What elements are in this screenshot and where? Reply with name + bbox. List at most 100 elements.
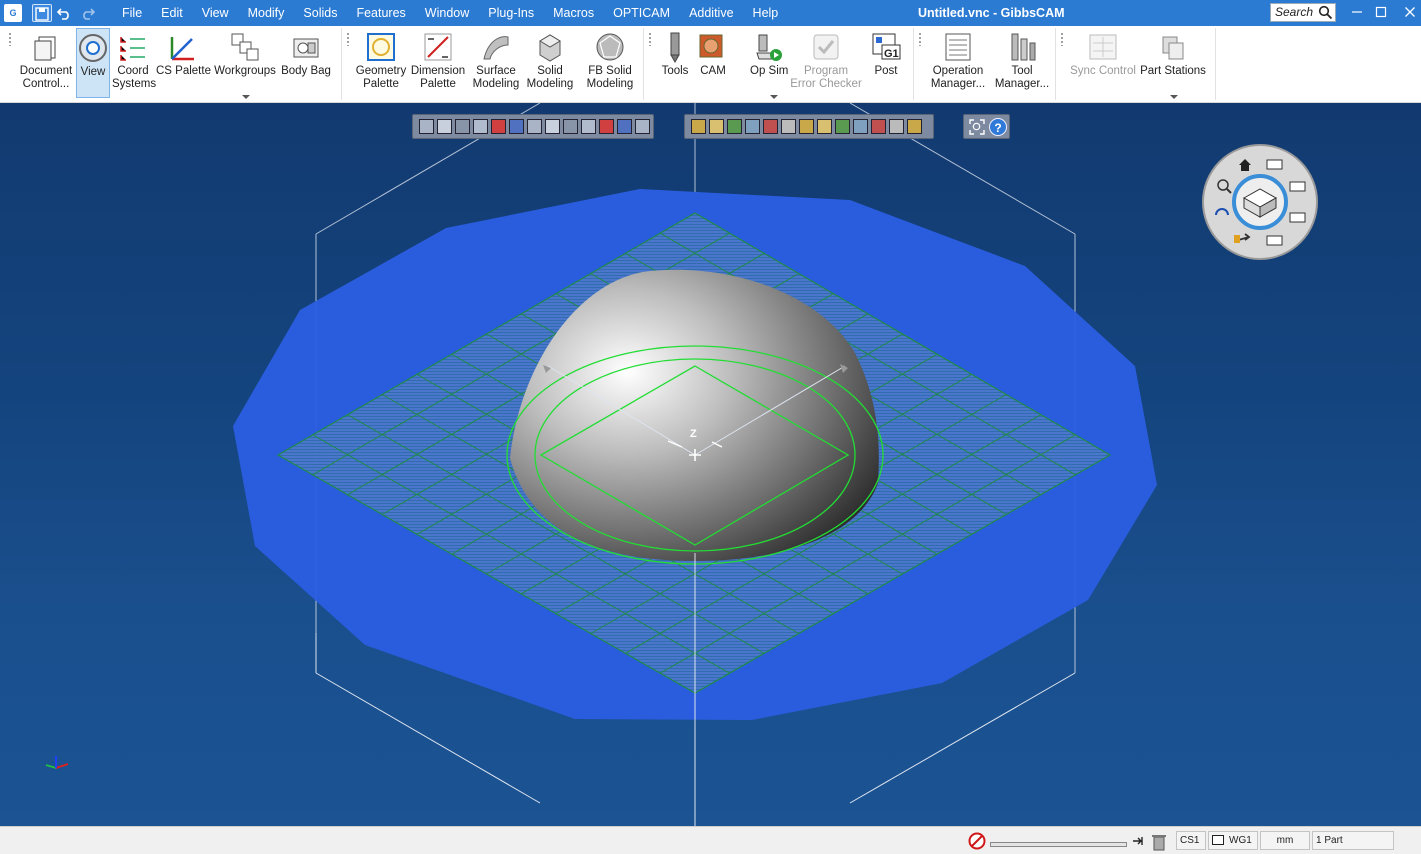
solid-modeling-button[interactable]: Solid Modeling <box>524 28 576 98</box>
trash-icon[interactable] <box>1151 833 1167 851</box>
view-toolbar-tool-icon[interactable] <box>635 119 650 134</box>
view-toolbar-tool-icon[interactable] <box>599 119 614 134</box>
view-toolbar-tool-icon[interactable] <box>835 119 850 134</box>
ribbon-button-label: Tool Manager... <box>994 65 1050 90</box>
view-button[interactable]: View <box>76 28 110 98</box>
help-icon[interactable]: ? <box>989 118 1007 136</box>
solid-modeling-icon <box>539 34 561 62</box>
view-toolbar-tool-icon[interactable] <box>871 119 886 134</box>
group-grip[interactable] <box>648 32 652 46</box>
coord-systems-button[interactable]: Coord Systems <box>112 28 156 98</box>
view-toolbar-tool-icon[interactable] <box>563 119 578 134</box>
undo-button[interactable] <box>54 4 74 22</box>
menu-file[interactable]: File <box>112 0 151 26</box>
menu-macros[interactable]: Macros <box>543 0 603 26</box>
ribbon-group-managers: Operation Manager... Tool Manager... <box>916 28 1056 100</box>
error-checker-button[interactable]: Program Error Checker <box>786 28 866 98</box>
sync-control-icon <box>1089 34 1117 60</box>
graphics-viewport[interactable]: Z ? <box>0 103 1421 826</box>
menu-edit[interactable]: Edit <box>151 0 192 26</box>
zoom-fit-icon[interactable] <box>968 118 986 136</box>
view-toolbar-tool-icon[interactable] <box>545 119 560 134</box>
pin-icon[interactable] <box>1132 835 1144 847</box>
view-toolbar-tool-icon[interactable] <box>581 119 596 134</box>
view-toolbar-tool-icon[interactable] <box>691 119 706 134</box>
view-navigation-cube[interactable] <box>1201 143 1319 261</box>
view-toolbar-tool-icon[interactable] <box>437 119 452 134</box>
view-toolbar-tool-icon[interactable] <box>473 119 488 134</box>
search-field[interactable]: Search <box>1270 3 1336 22</box>
view-toolbar-tool-icon[interactable] <box>781 119 796 134</box>
view-toolbar-tool-icon[interactable] <box>419 119 434 134</box>
view-toolbar-tool-icon[interactable] <box>709 119 724 134</box>
surface-modeling-button[interactable]: Surface Modeling <box>468 28 524 98</box>
view-toolbar-tool-icon[interactable] <box>799 119 814 134</box>
document-control-button[interactable]: Document Control... <box>18 28 74 98</box>
op-sim-icon <box>756 34 782 61</box>
group-grip[interactable] <box>346 32 350 46</box>
ribbon-button-label: Solid Modeling <box>526 65 574 90</box>
document-control-icon <box>34 36 56 61</box>
view-toolbar-tool-icon[interactable] <box>617 119 632 134</box>
right-view-icon[interactable] <box>1289 181 1306 192</box>
op-sim-button[interactable]: Op Sim <box>750 28 788 98</box>
dimension-palette-button[interactable]: Dimension Palette <box>408 28 468 98</box>
status-units[interactable]: mm <box>1260 831 1310 850</box>
view-toolbar-tool-icon[interactable] <box>455 119 470 134</box>
status-workgroup[interactable]: WG1 <box>1208 831 1258 850</box>
tool-manager-button[interactable]: Tool Manager... <box>994 28 1050 98</box>
status-part-count[interactable]: 1 Part <box>1312 831 1394 850</box>
status-coordinate-system[interactable]: CS1 <box>1176 831 1206 850</box>
quick-save-button[interactable] <box>32 4 52 22</box>
view-toolbar-display <box>684 114 934 139</box>
maximize-icon <box>1375 6 1387 18</box>
view-toolbar-tool-icon[interactable] <box>727 119 742 134</box>
menu-plug-ins[interactable]: Plug-Ins <box>478 0 543 26</box>
menu-additive[interactable]: Additive <box>679 0 742 26</box>
view-toolbar-tool-icon[interactable] <box>745 119 760 134</box>
menu-view[interactable]: View <box>192 0 238 26</box>
operation-manager-button[interactable]: Operation Manager... <box>926 28 990 98</box>
fb-solid-modeling-button[interactable]: FB Solid Modeling <box>580 28 640 98</box>
view-toolbar-tool-icon[interactable] <box>491 119 506 134</box>
ribbon-button-label: Body Bag <box>281 65 331 77</box>
bottom-view-icon[interactable] <box>1266 235 1283 246</box>
redo-button[interactable] <box>78 4 98 22</box>
post-button[interactable]: G1 Post <box>866 28 906 98</box>
front-view-icon[interactable] <box>1289 212 1306 223</box>
body-bag-icon <box>293 38 319 58</box>
menu-help[interactable]: Help <box>743 0 788 26</box>
view-toolbar-tool-icon[interactable] <box>509 119 524 134</box>
group-grip[interactable] <box>1060 32 1064 46</box>
menu-features[interactable]: Features <box>346 0 414 26</box>
geometry-palette-button[interactable]: Geometry Palette <box>354 28 408 98</box>
view-toolbar-tool-icon[interactable] <box>853 119 868 134</box>
ribbon-button-label: Op Sim <box>750 65 789 77</box>
cs-palette-button[interactable]: CS Palette <box>156 28 211 98</box>
workgroups-button[interactable]: Workgroups <box>212 28 278 98</box>
menu-window[interactable]: Window <box>415 0 478 26</box>
view-toolbar-tool-icon[interactable] <box>763 119 778 134</box>
menu-solids[interactable]: Solids <box>293 0 346 26</box>
view-toolbar-tool-icon[interactable] <box>527 119 542 134</box>
ribbon-button-label: Part Stations <box>1140 65 1206 77</box>
view-toolbar-tool-icon[interactable] <box>889 119 904 134</box>
menu-opticam[interactable]: OPTICAM <box>603 0 679 26</box>
cam-button[interactable]: CAM <box>696 28 730 98</box>
redo-icon <box>83 8 96 20</box>
close-button[interactable] <box>1393 0 1421 26</box>
search-icon[interactable] <box>1318 5 1333 20</box>
view-toolbar-tool-icon[interactable] <box>817 119 832 134</box>
sync-control-button[interactable]: Sync Control <box>1068 28 1138 98</box>
part-stations-button[interactable]: Part Stations <box>1138 28 1208 98</box>
stop-icon[interactable] <box>968 832 986 850</box>
menu-modify[interactable]: Modify <box>238 0 294 26</box>
workgroup-icon <box>1212 835 1224 845</box>
app-logo-icon[interactable]: G <box>4 4 22 22</box>
tools-button[interactable]: Tools <box>658 28 692 98</box>
group-grip[interactable] <box>8 32 12 46</box>
top-view-icon[interactable] <box>1266 159 1283 170</box>
group-grip[interactable] <box>918 32 922 46</box>
view-toolbar-tool-icon[interactable] <box>907 119 922 134</box>
body-bag-button[interactable]: Body Bag <box>281 28 331 98</box>
